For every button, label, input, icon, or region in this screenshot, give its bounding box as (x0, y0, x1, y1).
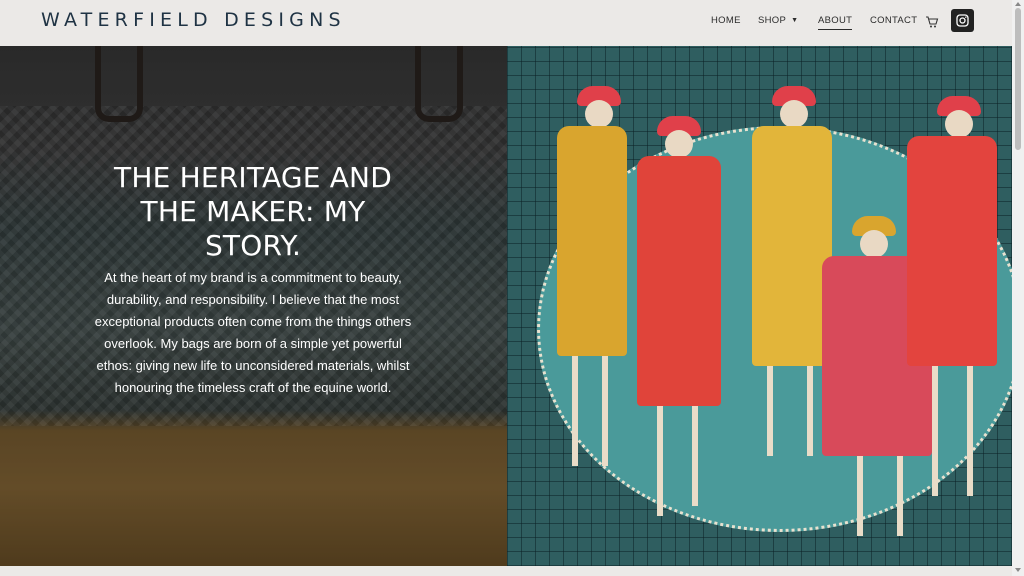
scroll-down-arrow-icon[interactable] (1015, 568, 1021, 572)
chevron-down-icon: ▼ (791, 17, 799, 24)
nav-contact-label: CONTACT (870, 15, 918, 26)
site-logo[interactable]: WATERFIELD DESIGNS (41, 9, 346, 31)
nav-about[interactable]: ABOUT (818, 15, 853, 30)
hero-body-text: At the heart of my brand is a commitment… (94, 270, 412, 395)
nav-contact[interactable]: CONTACT (870, 15, 917, 26)
section-divider (0, 566, 1012, 576)
hero-text-block: THE HERITAGE AND THE MAKER: MY STORY. At… (92, 161, 414, 412)
nav-shop-label: SHOP (758, 15, 787, 26)
nav-home[interactable]: HOME (711, 15, 741, 26)
nav-shop[interactable]: SHOP ▼ (758, 15, 798, 26)
cart-icon[interactable] (925, 15, 939, 29)
site-header: WATERFIELD DESIGNS HOME SHOP ▼ ABOUT CONT… (0, 0, 1012, 46)
instagram-icon (956, 14, 969, 27)
scroll-up-arrow-icon[interactable] (1015, 2, 1021, 6)
page-title: THE HERITAGE AND THE MAKER: MY STORY. (114, 161, 392, 262)
nav-home-label: HOME (711, 15, 741, 26)
hero-section: THE HERITAGE AND THE MAKER: MY STORY. At… (0, 46, 1012, 566)
page-scrollbar[interactable] (1012, 0, 1024, 576)
instagram-button[interactable] (951, 9, 974, 32)
nav-about-label: ABOUT (818, 15, 853, 26)
scrollbar-thumb[interactable] (1015, 8, 1021, 150)
hero-image-fabric (507, 46, 1012, 566)
